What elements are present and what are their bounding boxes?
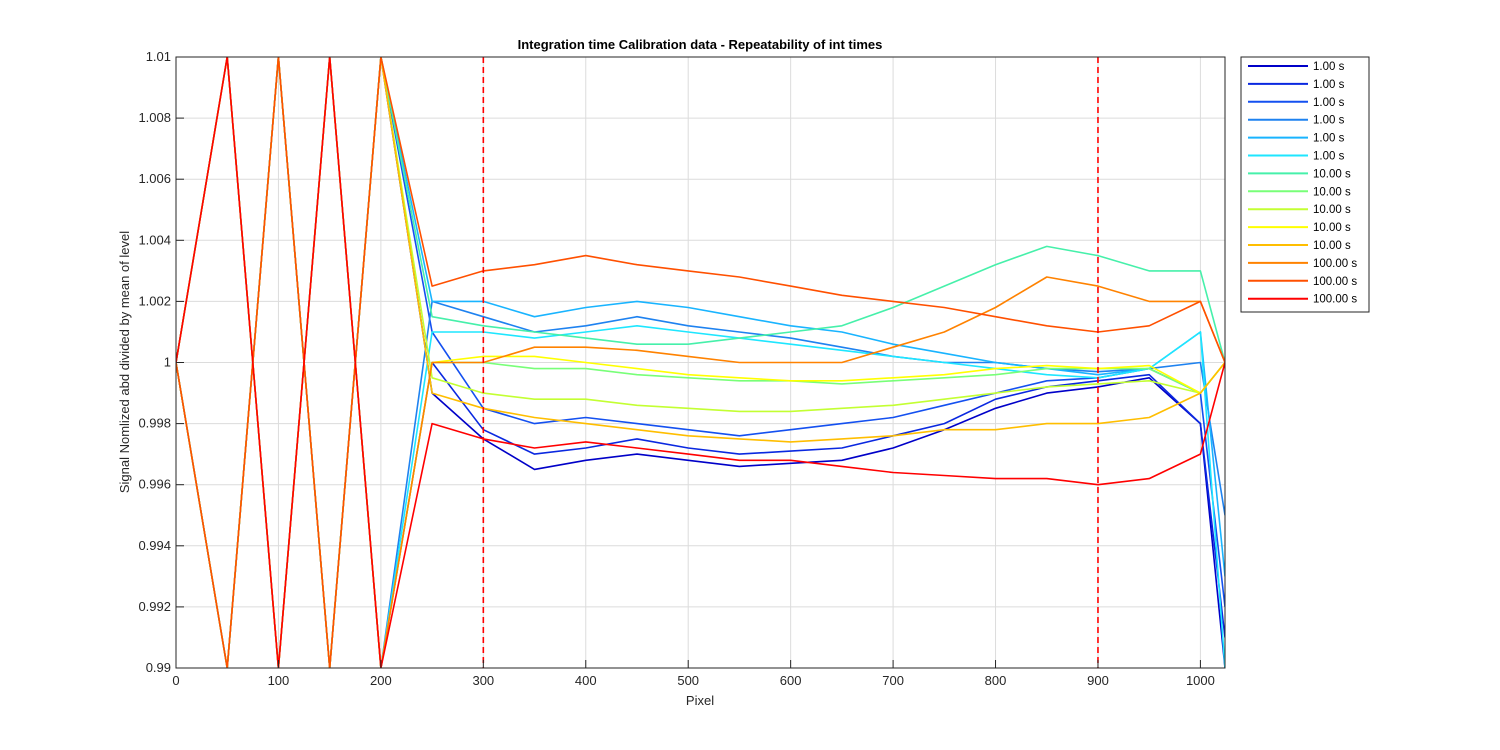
- legend-label: 1.00 s: [1313, 151, 1345, 163]
- x-tick-label: 400: [575, 673, 597, 688]
- x-tick-label: 100: [268, 673, 290, 688]
- x-tick-label: 800: [985, 673, 1007, 688]
- chart-figure: Integration time Calibration data - Repe…: [0, 0, 1500, 750]
- x-tick-label: 900: [1087, 673, 1109, 688]
- y-tick-label: 0.994: [138, 538, 171, 553]
- legend-label: 10.00 s: [1313, 240, 1351, 252]
- x-tick-label: 700: [882, 673, 904, 688]
- y-tick-label: 0.992: [138, 599, 171, 614]
- y-tick-label: 1.008: [138, 110, 171, 125]
- legend-label: 100.00 s: [1313, 294, 1357, 306]
- y-axis-label: Signal Nomlized abd divided by mean of l…: [117, 231, 132, 493]
- y-tick-label: 1: [164, 355, 171, 370]
- y-tick-label: 1.01: [146, 49, 171, 64]
- legend-box: [1240, 56, 1370, 313]
- legend-label: 1.00 s: [1313, 61, 1345, 73]
- x-tick-label: 300: [472, 673, 494, 688]
- legend-label: 1.00 s: [1313, 79, 1345, 91]
- legend-label: 10.00 s: [1313, 168, 1351, 180]
- x-tick-label: 500: [677, 673, 699, 688]
- y-tick-label: 1.006: [138, 171, 171, 186]
- y-tick-label: 0.99: [146, 660, 171, 675]
- y-tick-label: 0.996: [138, 477, 171, 492]
- legend-label: 1.00 s: [1313, 133, 1345, 145]
- x-tick-label: 0: [172, 673, 179, 688]
- legend-label: 1.00 s: [1313, 97, 1345, 109]
- x-tick-label: 1000: [1186, 673, 1215, 688]
- x-tick-label: 600: [780, 673, 802, 688]
- x-axis-label: Pixel: [686, 693, 714, 708]
- y-tick-label: 1.004: [138, 232, 171, 247]
- legend-label: 10.00 s: [1313, 204, 1351, 216]
- legend-label: 100.00 s: [1313, 258, 1357, 270]
- legend-label: 10.00 s: [1313, 222, 1351, 234]
- legend-label: 100.00 s: [1313, 276, 1357, 288]
- x-tick-label: 200: [370, 673, 392, 688]
- legend-label: 10.00 s: [1313, 186, 1351, 198]
- legend-label: 1.00 s: [1313, 115, 1345, 127]
- legend: 1.00 s 1.00 s 1.00 s 1.00 s 1.00 s 1.00 s 10.0…: [1240, 56, 1370, 313]
- chart-title: Integration time Calibration data - Repe…: [518, 37, 883, 52]
- y-tick-label: 0.998: [138, 416, 171, 431]
- y-tick-label: 1.002: [138, 293, 171, 308]
